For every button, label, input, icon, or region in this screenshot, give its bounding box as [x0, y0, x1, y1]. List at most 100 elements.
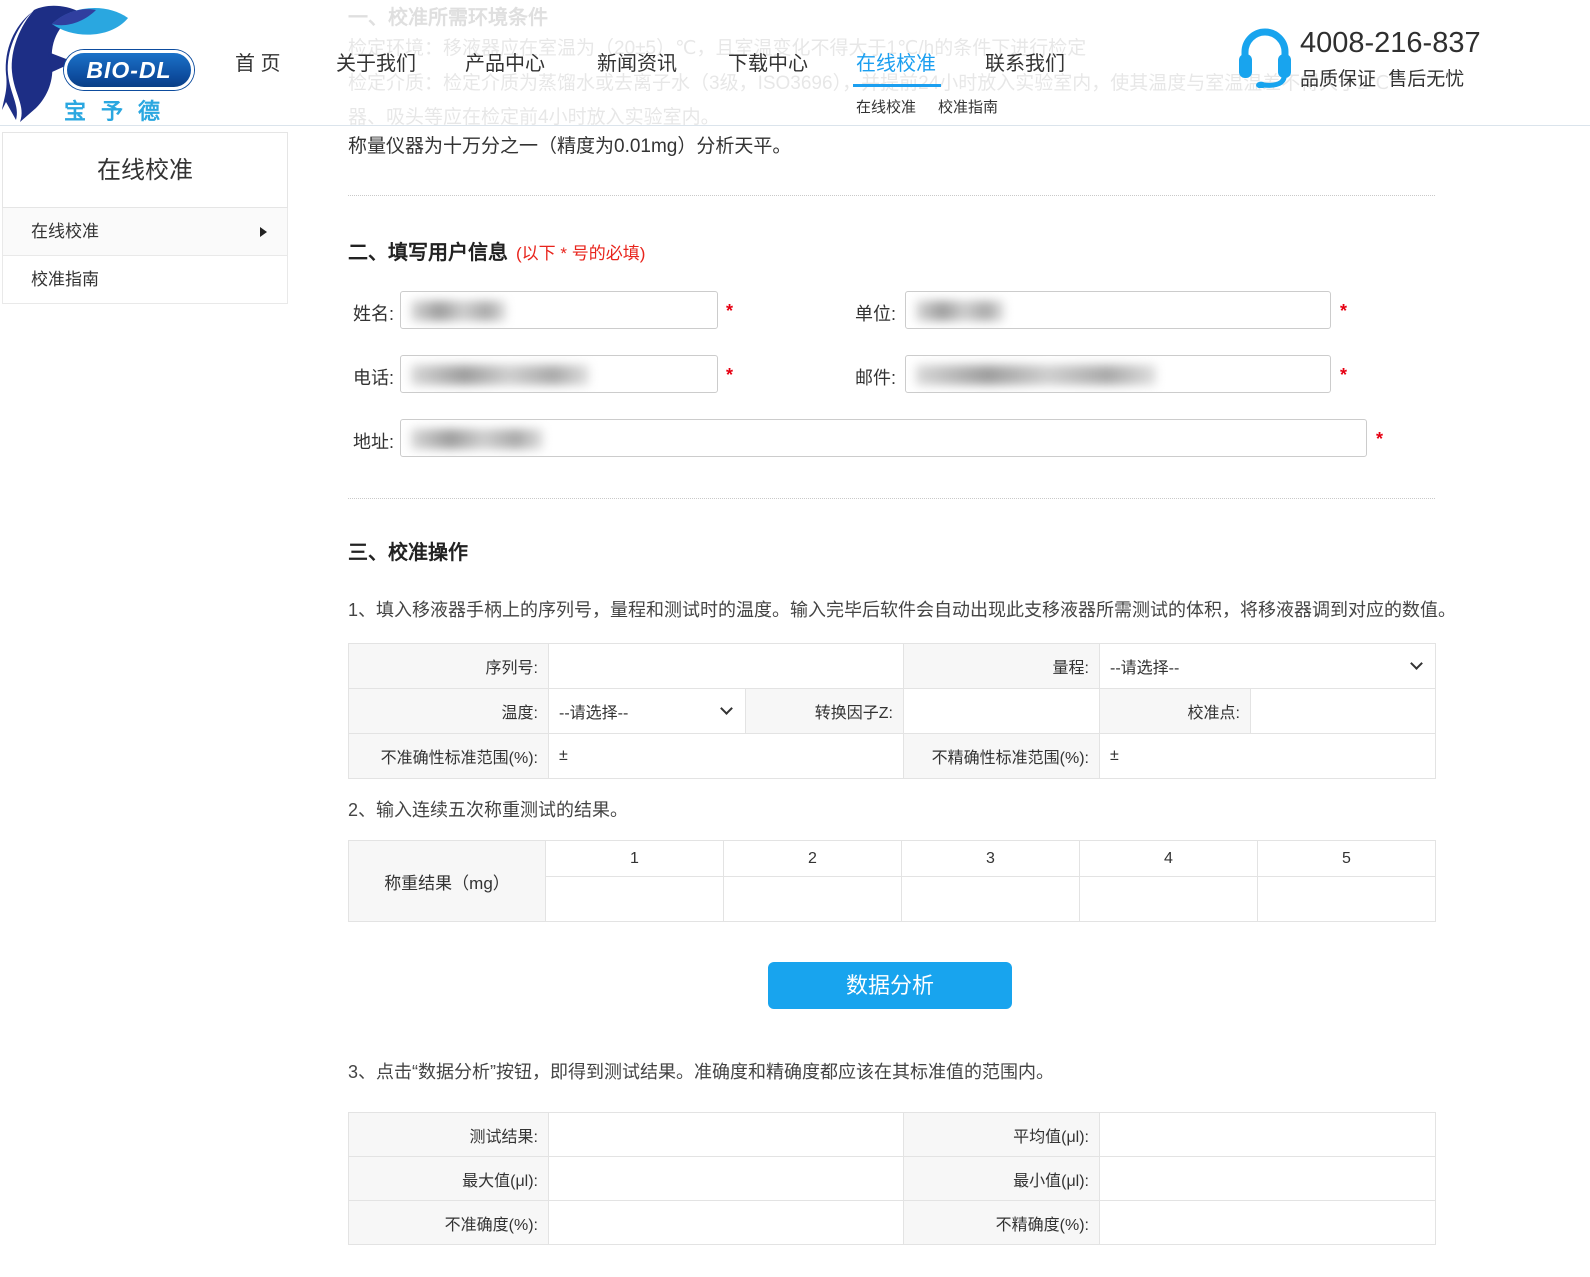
headset-icon — [1237, 22, 1293, 88]
calibration-input-table: 序列号: 量程: --请选择-- 温度: --请选择-- 转换因子Z: 校准点:… — [348, 643, 1436, 779]
imprecision-label: 不精确度(%): — [904, 1201, 1100, 1245]
weighing-input-4[interactable] — [1080, 877, 1258, 922]
inaccuracy-value — [549, 1201, 904, 1245]
logo-brand: BIO-DL — [64, 50, 194, 90]
weighing-input-2[interactable] — [724, 877, 902, 922]
range-label: 量程: — [904, 644, 1100, 689]
nav-item-news[interactable]: 新闻资讯 — [597, 47, 677, 76]
required-note: (以下 * 号的必填) — [516, 244, 645, 263]
logo-brand-cn: 宝予德 — [64, 94, 196, 126]
min-label: 最小值(μl): — [904, 1157, 1100, 1201]
step2-instruction: 2、输入连续五次称重测试的结果。 — [348, 796, 628, 822]
test-result-label: 测试结果: — [349, 1113, 549, 1157]
required-asterisk: * — [1340, 365, 1347, 386]
address-label: 地址: — [346, 428, 394, 454]
z-factor-input[interactable] — [904, 689, 1100, 734]
name-label: 姓名: — [346, 300, 394, 326]
mean-value — [1100, 1113, 1436, 1157]
active-tab-underline — [853, 84, 941, 87]
mean-label: 平均值(μl): — [904, 1113, 1100, 1157]
company-input[interactable] — [905, 291, 1331, 329]
data-analysis-button[interactable]: 数据分析 — [768, 962, 1012, 1009]
temperature-select[interactable]: --请选择-- — [549, 689, 746, 734]
company-label: 单位: — [848, 300, 896, 326]
sidebar-title: 在线校准 — [2, 132, 288, 208]
sidebar-item-label: 在线校准 — [31, 222, 99, 241]
nav-item-downloads[interactable]: 下载中心 — [728, 47, 808, 76]
sidebar-item-calibration-guide[interactable]: 校准指南 — [2, 256, 288, 304]
required-asterisk: * — [726, 301, 733, 322]
arrow-right-icon — [260, 227, 267, 237]
inaccuracy-range-value: ± — [549, 734, 904, 779]
weighing-input-3[interactable] — [902, 877, 1080, 922]
nav-item-home[interactable]: 首 页 — [235, 47, 281, 76]
weighing-col-header: 1 — [546, 841, 724, 877]
serial-number-input[interactable] — [549, 644, 904, 689]
redacted-value — [411, 365, 589, 385]
temperature-label: 温度: — [349, 689, 549, 734]
temperature-select-value: --请选择-- — [559, 705, 628, 722]
max-label: 最大值(μl): — [349, 1157, 549, 1201]
weighing-results-table: 称重结果（mg） 1 2 3 4 5 — [348, 840, 1436, 922]
sidebar: 在线校准 在线校准 校准指南 — [2, 132, 288, 304]
nav-item-about[interactable]: 关于我们 — [336, 47, 416, 76]
imprecision-value — [1100, 1201, 1436, 1245]
max-value — [549, 1157, 904, 1201]
redacted-value — [916, 365, 1156, 385]
redacted-value — [411, 429, 543, 449]
imprecision-range-label: 不精确性标准范围(%): — [904, 734, 1100, 779]
calibration-point-value — [1251, 689, 1436, 734]
weighing-result-label: 称重结果（mg） — [349, 841, 546, 922]
section-divider — [348, 498, 1435, 499]
weighing-col-header: 5 — [1258, 841, 1436, 877]
balance-spec-text: 称量仪器为十万分之一（精度为0.01mg）分析天平。 — [348, 131, 791, 158]
redacted-value — [411, 301, 506, 321]
name-input[interactable] — [400, 291, 718, 329]
weighing-col-header: 2 — [724, 841, 902, 877]
chevron-down-icon — [720, 702, 733, 715]
weighing-col-header: 3 — [902, 841, 1080, 877]
redacted-value — [916, 301, 1004, 321]
test-results-table: 测试结果: 平均值(μl): 最大值(μl): 最小值(μl): 不准确度(%)… — [348, 1112, 1436, 1245]
step3-instruction: 3、点击“数据分析”按钮，即得到测试结果。准确度和精确度都应该在其标准值的范围内… — [348, 1058, 1054, 1084]
required-asterisk: * — [726, 365, 733, 386]
phone-input[interactable] — [400, 355, 718, 393]
site-logo[interactable]: BIO-DL 宝予德 — [2, 2, 232, 124]
serial-number-label: 序列号: — [349, 644, 549, 689]
chevron-down-icon — [1410, 657, 1423, 670]
z-factor-label: 转换因子Z: — [746, 689, 904, 734]
phone-label: 电话: — [346, 364, 394, 390]
section2-title: 二、填写用户信息 (以下 * 号的必填) — [348, 236, 645, 265]
nav-item-contact[interactable]: 联系我们 — [985, 47, 1065, 76]
imprecision-range-value: ± — [1100, 734, 1436, 779]
range-select-value: --请选择-- — [1110, 660, 1179, 677]
section-divider — [348, 195, 1435, 196]
section2-title-text: 二、填写用户信息 — [348, 242, 508, 264]
weighing-input-5[interactable] — [1258, 877, 1436, 922]
email-label: 邮件: — [848, 364, 896, 390]
page: 一、校准所需环境条件 检定环境：移液器应在室温为（20±5）℃，且室温变化不得大… — [0, 0, 1590, 1277]
address-input[interactable] — [400, 419, 1367, 457]
sidebar-item-label: 校准指南 — [31, 270, 99, 289]
email-input[interactable] — [905, 355, 1331, 393]
calibration-point-label: 校准点: — [1100, 689, 1251, 734]
required-asterisk: * — [1376, 429, 1383, 450]
hotline-slogan: 品质保证 售后无忧 — [1300, 64, 1464, 91]
step1-instruction: 1、填入移液器手柄上的序列号，量程和测试时的温度。输入完毕后软件会自动出现此支移… — [348, 596, 1456, 622]
nav-item-products[interactable]: 产品中心 — [465, 47, 545, 76]
inaccuracy-label: 不准确度(%): — [349, 1201, 549, 1245]
min-value — [1100, 1157, 1436, 1201]
site-header: BIO-DL 宝予德 首 页 关于我们 产品中心 新闻资讯 下载中心 在线校准 … — [0, 0, 1590, 126]
weighing-col-header: 4 — [1080, 841, 1258, 877]
required-asterisk: * — [1340, 301, 1347, 322]
section3-title: 三、校准操作 — [348, 536, 468, 565]
weighing-input-1[interactable] — [546, 877, 724, 922]
hotline-phone-number: 4008-216-837 — [1300, 27, 1481, 60]
subnav-item-online-calibration[interactable]: 在线校准 — [856, 96, 916, 117]
sidebar-item-online-calibration[interactable]: 在线校准 — [2, 208, 288, 256]
range-select[interactable]: --请选择-- — [1100, 644, 1436, 689]
inaccuracy-range-label: 不准确性标准范围(%): — [349, 734, 549, 779]
subnav-item-calibration-guide[interactable]: 校准指南 — [938, 96, 998, 117]
test-result-value — [549, 1113, 904, 1157]
nav-item-online-calibration[interactable]: 在线校准 — [856, 47, 936, 76]
